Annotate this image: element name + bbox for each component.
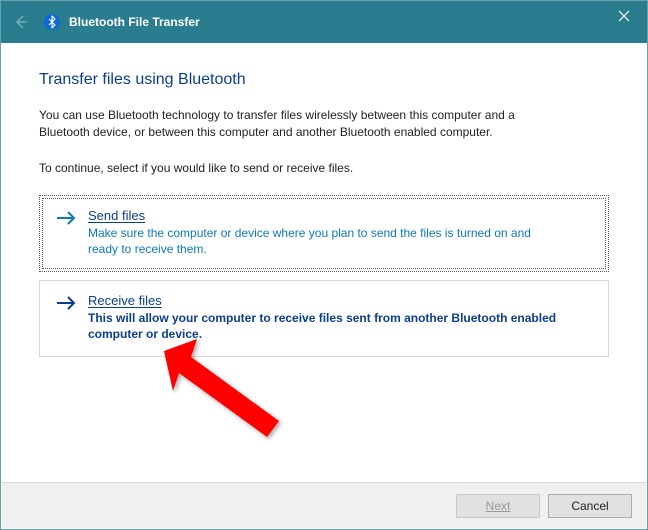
close-button[interactable] [601,1,647,31]
close-icon [618,10,630,22]
footer: Next Cancel [2,482,646,528]
bluetooth-icon [43,13,61,31]
arrow-right-icon [56,210,78,229]
page-heading: Transfer files using Bluetooth [39,71,609,89]
cancel-button[interactable]: Cancel [548,494,632,518]
bluetooth-file-transfer-wizard: Bluetooth File Transfer Transfer files u… [0,0,648,530]
option-receive-title: Receive files [88,293,592,308]
option-receive-description: This will allow your computer to receive… [88,310,558,342]
window-title: Bluetooth File Transfer [69,15,200,29]
titlebar: Bluetooth File Transfer [1,1,647,43]
arrow-right-icon [56,295,78,314]
page-instruction: To continue, select if you would like to… [39,161,609,175]
content-area: Transfer files using Bluetooth You can u… [1,43,647,357]
next-button: Next [456,494,540,518]
option-send-files[interactable]: Send files Make sure the computer or dev… [39,195,609,272]
back-button [9,10,33,34]
page-description: You can use Bluetooth technology to tran… [39,107,559,141]
option-send-title: Send files [88,208,592,223]
option-send-description: Make sure the computer or device where y… [88,225,558,257]
option-receive-files[interactable]: Receive files This will allow your compu… [39,280,609,357]
back-arrow-icon [13,14,29,30]
